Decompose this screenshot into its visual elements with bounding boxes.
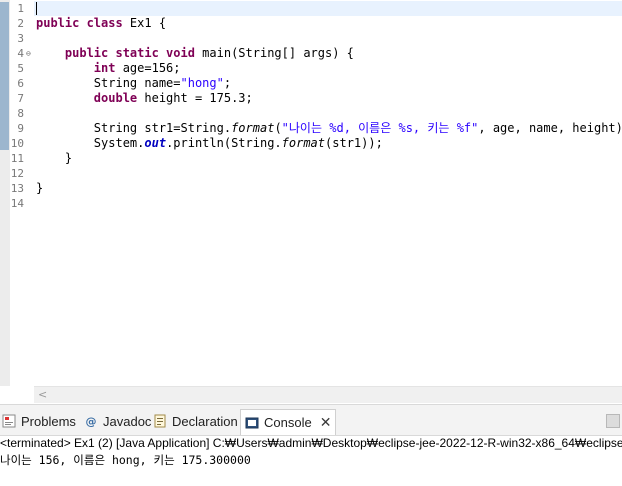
code-text-span: Ex1 { [122,16,167,30]
code-text-span: } [64,151,73,165]
keyword: int [93,61,116,75]
code-line-4[interactable]: public static void main(String[] args) { [36,46,620,61]
tab-declaration[interactable]: Declaration [153,409,238,433]
code-line-11[interactable]: } [36,151,620,166]
bottom-panel: Problems @ Javadoc Declaration Console ✕… [0,404,622,486]
code-text-span: height = 175.3; [137,91,253,105]
line-number: 1 [17,2,24,15]
keyword: double [93,91,138,105]
code-line-2[interactable]: public class Ex1 { [36,16,620,31]
tab-problems[interactable]: Problems [2,409,76,433]
line-number: 4 [17,47,24,60]
close-icon[interactable]: ✕ [320,414,332,431]
code-text-span: } [36,181,44,195]
tab-javadoc[interactable]: @ Javadoc [84,409,152,433]
code-text-span: .println(String. [166,136,282,150]
code-line-8[interactable] [36,106,620,121]
code-text-span: age=156; [115,61,181,75]
line-number: 2 [17,17,24,30]
line-number-gutter: 1 2 3 4 ⊖ 5 6 7 8 9 10 11 12 13 14 [10,0,34,386]
code-text-span: String str1=String. [93,121,232,135]
change-indicator-bar [0,2,9,150]
keyword: public class [36,16,123,30]
line-number: 14 [10,197,24,210]
code-line-9[interactable]: String str1=String.format("나이는 %d, 이름은 %… [36,121,622,136]
code-text-span: main(String[] args) { [194,46,354,60]
tab-label: Declaration [172,413,238,429]
horizontal-scrollbar[interactable]: < [34,386,622,403]
line-number: 13 [10,182,24,195]
code-line-1[interactable] [36,1,620,16]
line-number: 10 [10,137,24,150]
code-line-14[interactable] [36,196,620,211]
code-text[interactable]: public class Ex1 { public static void ma… [36,1,622,211]
code-line-10[interactable]: System.out.println(String.format(str1)); [36,136,620,151]
line-number: 12 [10,167,24,180]
tab-label: Console [264,415,312,430]
console-process-description: <terminated> Ex1 (2) [Java Application] … [0,436,622,450]
code-line-6[interactable]: String name="hong"; [36,76,620,91]
method-name: format [281,136,326,150]
tab-console[interactable]: Console ✕ [240,409,337,435]
code-line-13[interactable]: } [36,181,620,196]
fold-collapse-icon[interactable]: ⊖ [26,46,31,61]
code-text-span: ; [223,76,232,90]
problems-icon [2,414,16,428]
line-number: 11 [10,152,24,165]
string-literal: "hong" [180,76,224,90]
line-number: 6 [17,77,24,90]
console-output-text[interactable]: 나이는 156, 이름은 hong, 키는 175.300000 [0,452,251,468]
line-number: 9 [17,122,24,135]
keyword: public static void [64,46,195,60]
panel-tab-bar: Problems @ Javadoc Declaration Console ✕ [0,405,622,436]
code-editor[interactable]: 1 2 3 4 ⊖ 5 6 7 8 9 10 11 12 13 14 publi… [0,0,622,386]
panel-menu-icon[interactable] [606,414,620,428]
static-field: out [144,136,167,150]
code-text-span: ( [274,121,282,135]
method-name: format [231,121,275,135]
line-number: 7 [17,92,24,105]
code-line-12[interactable] [36,166,620,181]
line-number: 3 [17,32,24,45]
code-text-span: , age, name, height); [478,121,622,135]
code-text-span: String name= [93,76,181,90]
code-text-span: System. [93,136,145,150]
code-text-span: (str1)); [325,136,383,150]
scroll-left-icon[interactable]: < [38,387,47,403]
line-number: 5 [17,62,24,75]
line-number: 8 [17,107,24,120]
code-line-3[interactable] [36,31,620,46]
code-line-7[interactable]: double height = 175.3; [36,91,620,106]
string-literal: "나이는 %d, 이름은 %s, 키는 %f" [281,121,479,135]
console-icon [245,416,259,430]
code-line-5[interactable]: int age=156; [36,61,620,76]
tab-label: Javadoc [103,413,152,429]
javadoc-icon: @ [85,414,97,428]
declaration-icon [153,414,167,428]
tab-label: Problems [21,413,76,429]
